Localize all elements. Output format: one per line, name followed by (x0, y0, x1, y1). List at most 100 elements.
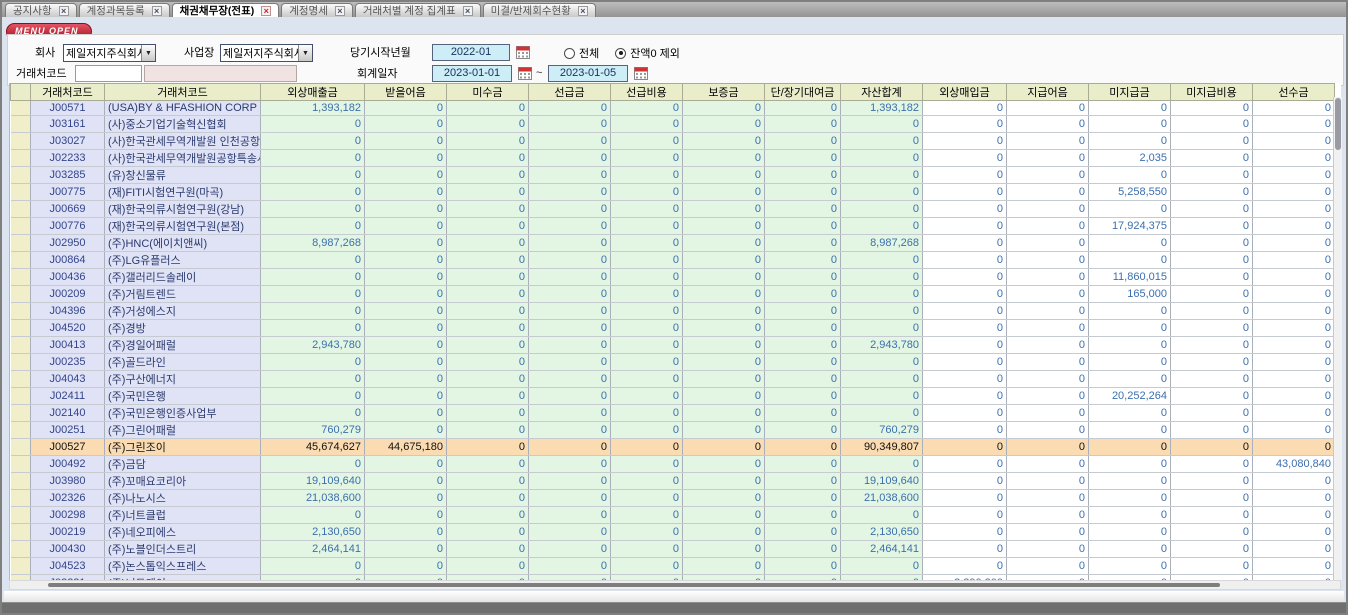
tab-2[interactable]: 채권채무장(전표)× (172, 3, 280, 17)
amount-cell[interactable]: 0 (447, 557, 529, 574)
amount-cell[interactable]: 0 (765, 234, 841, 251)
period-start-input[interactable]: 2022-01 (432, 44, 510, 61)
row-selector-cell[interactable] (11, 421, 31, 438)
amount-cell[interactable]: 0 (611, 387, 683, 404)
amount-cell[interactable]: 0 (365, 251, 447, 268)
amount-cell[interactable]: 0 (841, 404, 923, 421)
vendor-name-cell[interactable]: (주)논스톱익스프레스 (105, 557, 261, 574)
amount-cell[interactable]: 0 (683, 387, 765, 404)
amount-cell[interactable]: 0 (365, 506, 447, 523)
amount-cell[interactable]: 0 (1253, 557, 1335, 574)
radio-all[interactable] (564, 48, 575, 59)
amount-cell[interactable]: 0 (841, 200, 923, 217)
amount-cell[interactable]: 0 (447, 101, 529, 116)
amount-cell[interactable]: 0 (1171, 234, 1253, 251)
amount-cell[interactable]: 0 (683, 302, 765, 319)
amount-cell[interactable]: 0 (923, 132, 1007, 149)
amount-cell[interactable]: 0 (1171, 370, 1253, 387)
amount-cell[interactable]: 0 (261, 149, 365, 166)
amount-cell[interactable]: 0 (611, 115, 683, 132)
amount-cell[interactable]: 0 (261, 557, 365, 574)
amount-cell[interactable]: 0 (1253, 319, 1335, 336)
amount-cell[interactable]: 0 (529, 319, 611, 336)
amount-cell[interactable]: 0 (1253, 404, 1335, 421)
amount-cell[interactable]: 0 (683, 132, 765, 149)
row-selector-cell[interactable] (11, 353, 31, 370)
amount-cell[interactable]: 0 (1253, 149, 1335, 166)
amount-cell[interactable]: 0 (765, 200, 841, 217)
amount-cell[interactable]: 0 (841, 132, 923, 149)
amount-cell[interactable]: 0 (1171, 183, 1253, 200)
amount-cell[interactable]: 0 (447, 540, 529, 557)
amount-cell[interactable]: 0 (447, 217, 529, 234)
amount-cell[interactable]: 0 (765, 421, 841, 438)
amount-cell[interactable]: 0 (923, 336, 1007, 353)
amount-cell[interactable]: 0 (841, 506, 923, 523)
amount-cell[interactable]: 0 (365, 421, 447, 438)
amount-cell[interactable]: 0 (447, 353, 529, 370)
amount-cell[interactable]: 2,464,141 (841, 540, 923, 557)
amount-cell[interactable]: 0 (765, 370, 841, 387)
vendor-name-cell[interactable]: (사)한국관세무역개발원 인천공항 (105, 132, 261, 149)
amount-cell[interactable]: 0 (365, 101, 447, 116)
amount-cell[interactable]: 0 (1089, 353, 1171, 370)
amount-cell[interactable]: 0 (1171, 268, 1253, 285)
amount-cell[interactable]: 0 (529, 149, 611, 166)
amount-cell[interactable]: 0 (765, 336, 841, 353)
amount-cell[interactable]: 0 (1171, 353, 1253, 370)
amount-cell[interactable]: 21,038,600 (261, 489, 365, 506)
amount-cell[interactable]: 0 (1171, 115, 1253, 132)
amount-cell[interactable]: 0 (611, 370, 683, 387)
amount-cell[interactable]: 0 (841, 166, 923, 183)
amount-cell[interactable]: 0 (611, 353, 683, 370)
amount-cell[interactable]: 0 (261, 115, 365, 132)
amount-cell[interactable]: 0 (611, 149, 683, 166)
vendor-name-cell[interactable]: (주)꼬매요코리아 (105, 472, 261, 489)
amount-cell[interactable]: 0 (611, 404, 683, 421)
amount-cell[interactable]: 0 (447, 302, 529, 319)
amount-cell[interactable]: 0 (447, 200, 529, 217)
amount-cell[interactable]: 0 (1007, 268, 1089, 285)
amount-cell[interactable]: 0 (765, 251, 841, 268)
amount-cell[interactable]: 760,279 (261, 421, 365, 438)
amount-cell[interactable]: 21,038,600 (841, 489, 923, 506)
amount-cell[interactable]: 0 (365, 353, 447, 370)
amount-cell[interactable]: 0 (447, 404, 529, 421)
amount-cell[interactable]: 0 (1171, 540, 1253, 557)
vendor-name-cell[interactable]: (주)골드라인 (105, 353, 261, 370)
amount-cell[interactable]: 0 (683, 353, 765, 370)
amount-cell[interactable]: 0 (765, 285, 841, 302)
amount-cell[interactable]: 0 (923, 557, 1007, 574)
amount-cell[interactable]: 0 (1171, 421, 1253, 438)
amount-cell[interactable]: 0 (529, 523, 611, 540)
amount-cell[interactable]: 0 (261, 200, 365, 217)
tab-3[interactable]: 계정명세× (281, 3, 353, 17)
amount-cell[interactable]: 0 (1007, 285, 1089, 302)
radio-nonzero[interactable] (615, 48, 626, 59)
amount-cell[interactable]: 0 (611, 217, 683, 234)
amount-cell[interactable]: 0 (765, 540, 841, 557)
amount-cell[interactable]: 0 (1089, 404, 1171, 421)
amount-cell[interactable]: 2,464,141 (261, 540, 365, 557)
chevron-down-icon[interactable]: ▼ (141, 45, 155, 61)
amount-cell[interactable]: 0 (683, 183, 765, 200)
amount-cell[interactable]: 0 (611, 506, 683, 523)
row-selector-cell[interactable] (11, 523, 31, 540)
amount-cell[interactable]: 0 (841, 455, 923, 472)
amount-cell[interactable]: 0 (1007, 251, 1089, 268)
column-header-3[interactable]: 받을어음 (365, 84, 447, 101)
amount-cell[interactable]: 1,393,182 (841, 101, 923, 116)
vendor-code-cell[interactable]: J00430 (31, 540, 105, 557)
amount-cell[interactable]: 0 (529, 234, 611, 251)
vendor-code-cell[interactable]: J03285 (31, 166, 105, 183)
amount-cell[interactable]: 0 (447, 387, 529, 404)
amount-cell[interactable]: 0 (611, 336, 683, 353)
amount-cell[interactable]: 0 (683, 200, 765, 217)
amount-cell[interactable]: 0 (1007, 115, 1089, 132)
amount-cell[interactable]: 0 (765, 319, 841, 336)
amount-cell[interactable]: 0 (1007, 523, 1089, 540)
amount-cell[interactable]: 0 (611, 251, 683, 268)
amount-cell[interactable]: 0 (683, 115, 765, 132)
amount-cell[interactable]: 0 (841, 319, 923, 336)
amount-cell[interactable]: 0 (365, 523, 447, 540)
